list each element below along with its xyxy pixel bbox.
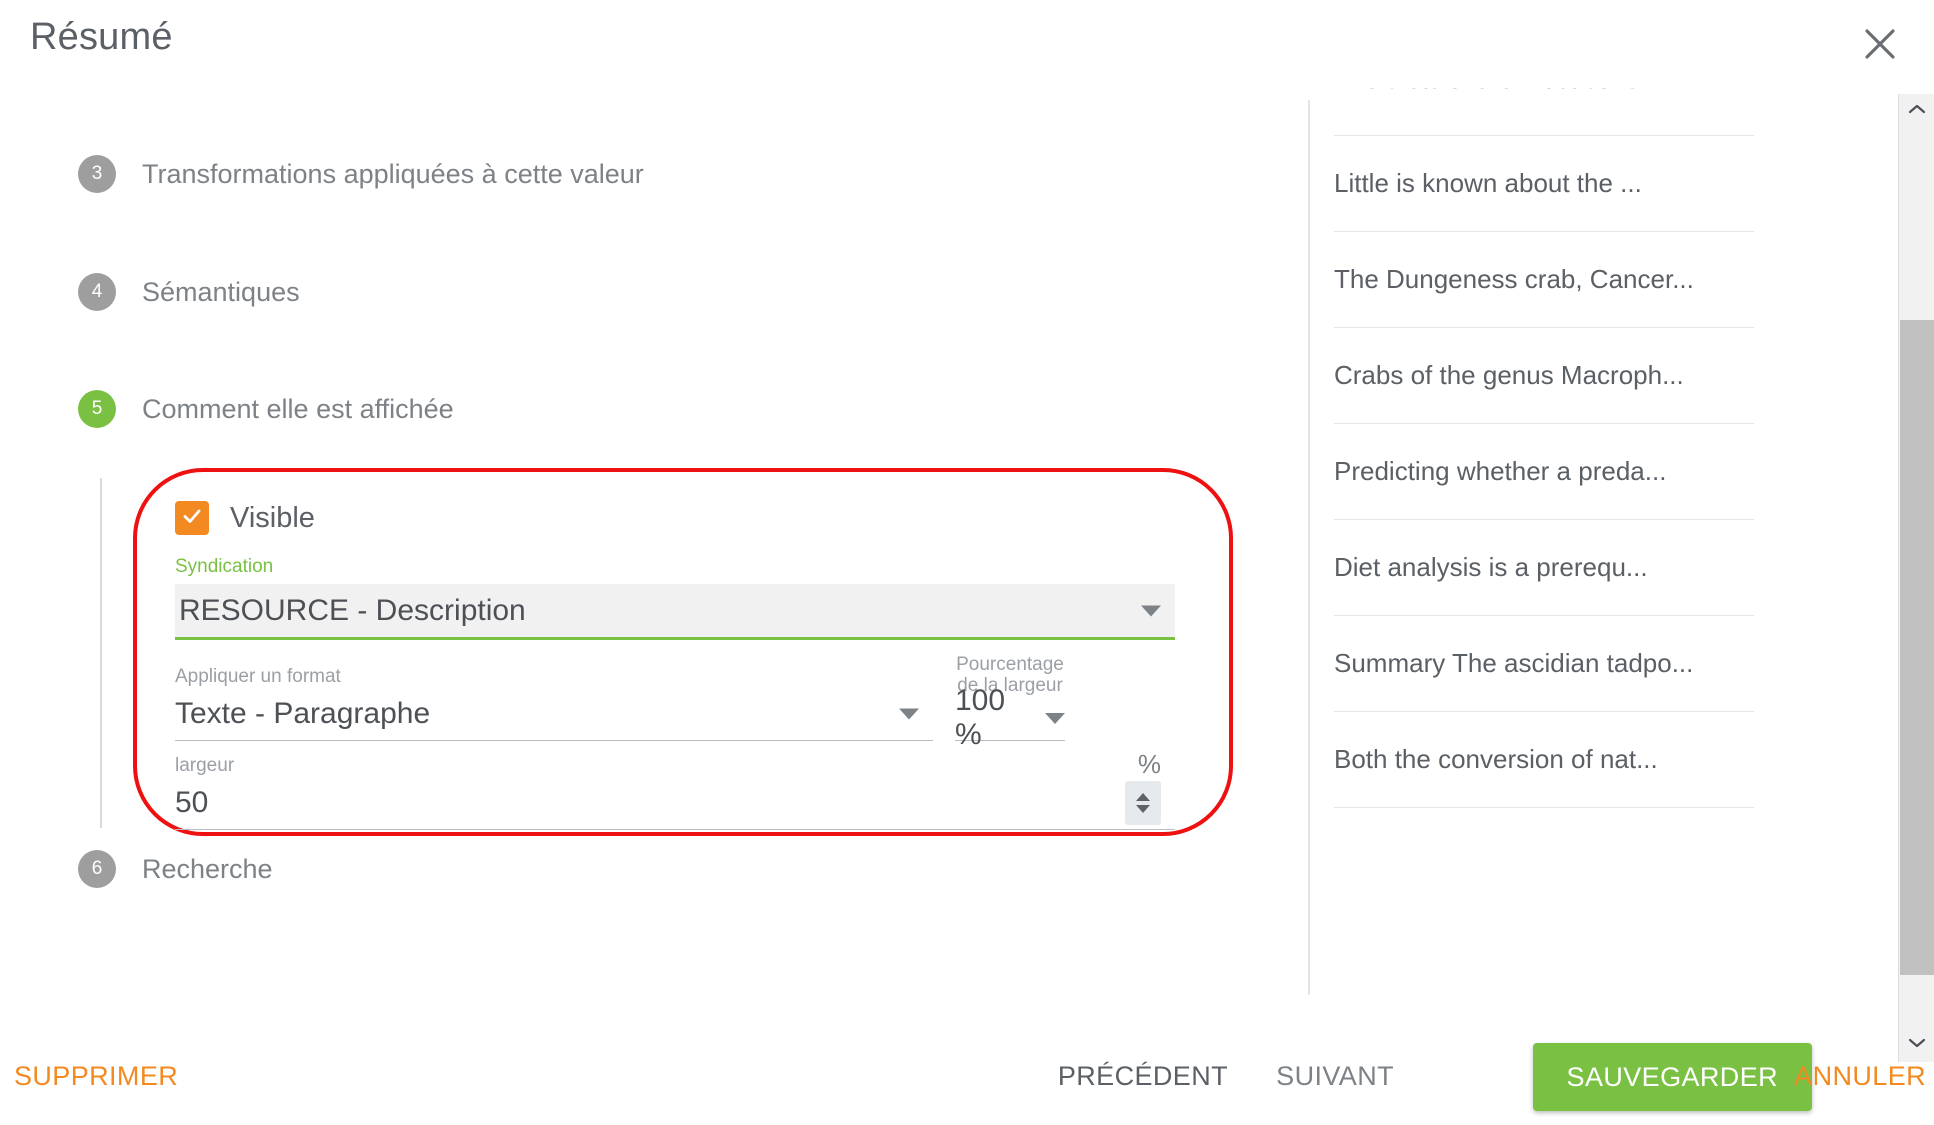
list-item[interactable]: Little is known about the ... — [1334, 136, 1754, 232]
width-field: largeur 50 % — [175, 749, 1175, 830]
cancel-button[interactable]: ANNULER — [1794, 1061, 1926, 1092]
list-item-label: The diets of the most cons... — [1334, 88, 1661, 95]
list-item-label: Both the conversion of nat... — [1334, 744, 1658, 774]
width-percent-suffix: % — [1137, 749, 1161, 779]
percentage-value: 100 % — [955, 684, 1006, 751]
chevron-down-icon — [899, 708, 919, 720]
close-button[interactable] — [1854, 18, 1906, 70]
dialog-header: Résumé — [0, 0, 1934, 88]
list-item[interactable]: Crabs of the genus Macroph... — [1334, 328, 1754, 424]
chevron-up-icon — [1136, 793, 1150, 801]
delete-button[interactable]: SUPPRIMER — [14, 1061, 178, 1092]
scrollbar-thumb[interactable] — [1900, 320, 1934, 975]
syndication-label: Syndication — [175, 556, 274, 577]
percentage-field: Pourcentage de la largeur 100 % — [955, 654, 1065, 751]
close-icon — [1863, 27, 1897, 61]
width-stepper[interactable] — [1125, 781, 1161, 825]
preview-list: The diets of the most cons... Little is … — [1334, 88, 1754, 993]
scroll-up-button[interactable] — [1899, 94, 1934, 128]
syndication-field: Syndication RESOURCE - Description — [175, 556, 1175, 640]
format-and-percentage-row: Appliquer un format Texte - Paragraphe P… — [175, 654, 1175, 751]
step-label-4: Sémantiques — [142, 276, 300, 307]
step-label-5: Comment elle est affichée — [142, 393, 454, 424]
step-item-3[interactable]: 3 Transformations appliquées à cette val… — [78, 155, 644, 193]
chevron-down-icon — [1141, 605, 1161, 616]
chevron-down-icon — [1136, 805, 1150, 813]
chevron-down-icon — [1045, 712, 1065, 724]
list-item[interactable]: Diet analysis is a prerequ... — [1334, 520, 1754, 616]
step-badge-4: 4 — [78, 273, 116, 311]
previous-button[interactable]: PRÉCÉDENT — [1058, 1061, 1228, 1092]
check-icon — [181, 505, 203, 532]
next-button[interactable]: SUIVANT — [1276, 1061, 1394, 1092]
percentage-label-line1: Pourcentage — [956, 654, 1064, 675]
list-item-label: The Dungeness crab, Cancer... — [1334, 264, 1694, 294]
width-value: 50 — [175, 786, 209, 819]
width-input[interactable]: 50 % — [175, 749, 1175, 830]
page-title: Résumé — [30, 16, 173, 58]
width-label: largeur — [175, 755, 235, 776]
dialog-body: 3 Transformations appliquées à cette val… — [0, 88, 1934, 1033]
syndication-select[interactable]: RESOURCE - Description — [175, 584, 1175, 640]
list-item[interactable]: Both the conversion of nat... — [1334, 712, 1754, 808]
steps-pane: 3 Transformations appliquées à cette val… — [0, 88, 1308, 1033]
step-label-3: Transformations appliquées à cette valeu… — [142, 158, 644, 189]
list-item[interactable]: The Dungeness crab, Cancer... — [1334, 232, 1754, 328]
step-badge-5: 5 — [78, 390, 116, 428]
visible-checkbox-row[interactable]: Visible — [175, 496, 1175, 540]
format-field: Appliquer un format Texte - Paragraphe — [175, 666, 933, 741]
step-item-4[interactable]: 4 Sémantiques — [78, 273, 300, 311]
chevron-up-icon — [1908, 102, 1926, 120]
step-badge-6: 6 — [78, 850, 116, 888]
visible-checkbox-label: Visible — [230, 501, 315, 534]
step-label-6: Recherche — [142, 853, 273, 884]
format-select[interactable]: Texte - Paragraphe — [175, 688, 933, 741]
form-left-rule — [100, 478, 102, 828]
visible-checkbox[interactable] — [175, 501, 209, 535]
percentage-select[interactable]: 100 % — [955, 684, 1065, 751]
list-item-label: Diet analysis is a prerequ... — [1334, 552, 1648, 582]
save-button[interactable]: SAUVEGARDER — [1532, 1043, 1812, 1111]
step-item-5[interactable]: 5 Comment elle est affichée — [78, 390, 454, 428]
step-item-6[interactable]: 6 Recherche — [78, 850, 273, 888]
format-label: Appliquer un format — [175, 666, 341, 687]
format-value: Texte - Paragraphe — [175, 697, 431, 730]
list-item-label: Little is known about the ... — [1334, 168, 1642, 198]
dialog-footer: SUPPRIMER PRÉCÉDENT SUIVANT SAUVEGARDER … — [0, 1033, 1934, 1125]
panel-divider — [1308, 100, 1310, 995]
step-badge-3: 3 — [78, 155, 116, 193]
display-settings-form: Visible Syndication RESOURCE - Descripti… — [100, 468, 1255, 838]
list-item-label: Summary The ascidian tadpo... — [1334, 648, 1694, 678]
list-item[interactable]: The diets of the most cons... — [1334, 88, 1754, 136]
vertical-scrollbar[interactable] — [1898, 94, 1934, 1062]
list-item-label: Predicting whether a preda... — [1334, 456, 1667, 486]
list-item[interactable]: Summary The ascidian tadpo... — [1334, 616, 1754, 712]
list-item-label: Crabs of the genus Macroph... — [1334, 360, 1684, 390]
syndication-value: RESOURCE - Description — [179, 593, 526, 627]
list-item[interactable]: Predicting whether a preda... — [1334, 424, 1754, 520]
